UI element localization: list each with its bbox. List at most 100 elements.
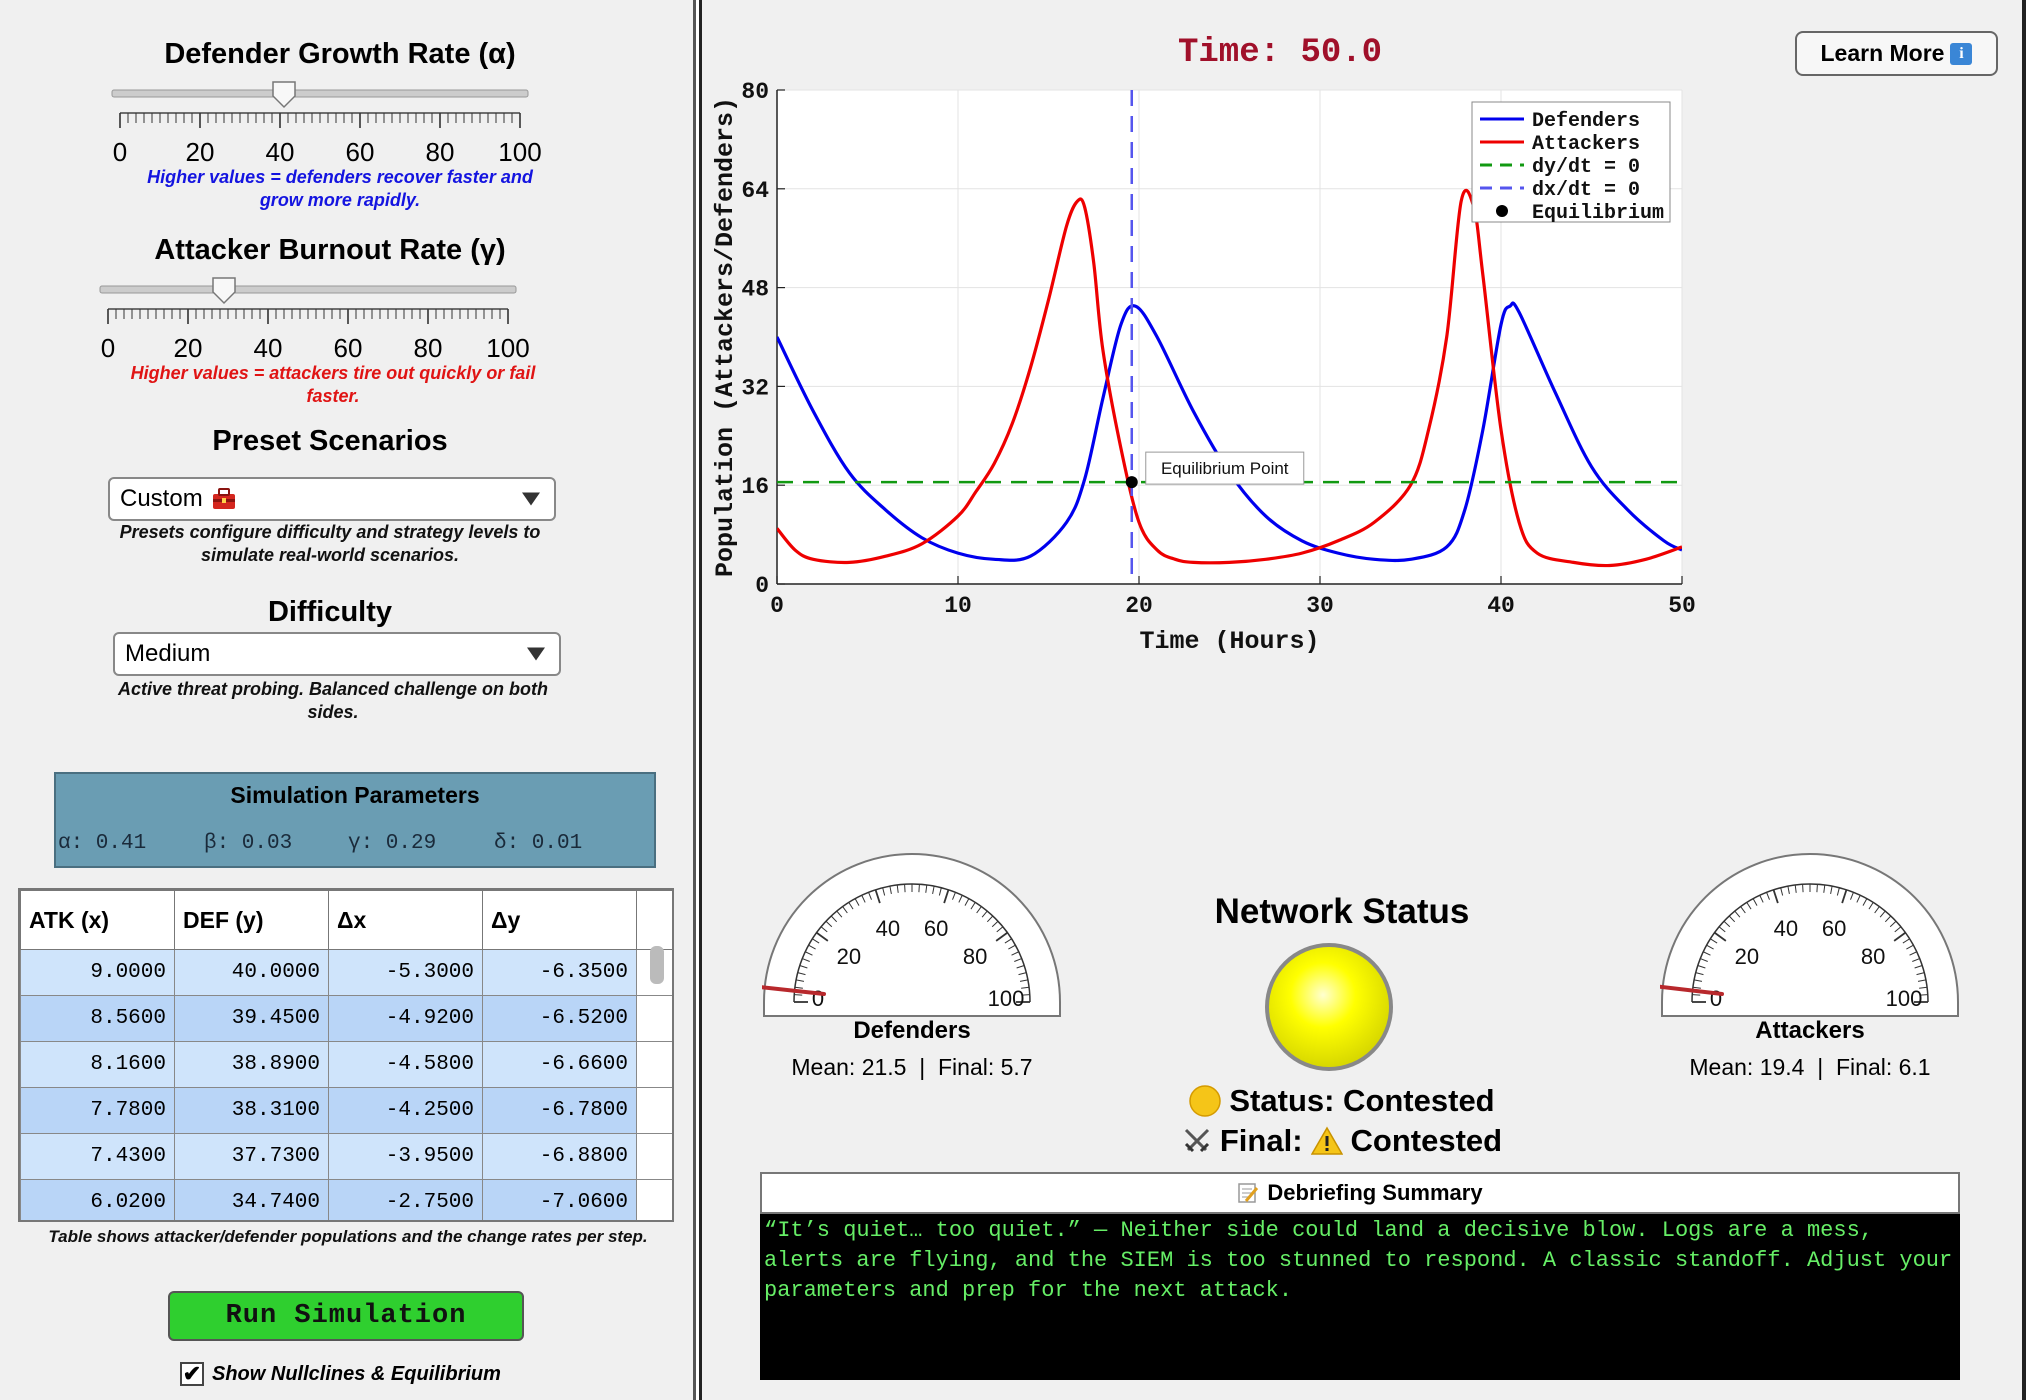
- nullcline-checkbox-label: Show Nullclines & Equilibrium: [212, 1362, 501, 1385]
- table-cell[interactable]: 7.4300: [20, 1133, 175, 1180]
- checkmark-icon: ✔: [182, 1361, 202, 1386]
- chart-x-tick-label: 40: [1487, 593, 1515, 619]
- defenders-gauge-tick: [904, 884, 906, 893]
- defenders-gauge-tick-label: 0: [812, 986, 824, 1011]
- alpha-slider-tick-label: 20: [186, 137, 215, 167]
- table-header-cell[interactable]: Δy: [482, 890, 637, 950]
- alpha-slider-tick-label: 0: [113, 137, 127, 167]
- preset-selected: Custom: [120, 485, 203, 512]
- presets-title: Preset Scenarios: [212, 425, 448, 457]
- defenders-gauge-tick-label: 100: [988, 986, 1025, 1011]
- gamma-slider-tick-label: 100: [486, 333, 529, 363]
- table-cell[interactable]: 9.0000: [20, 949, 175, 996]
- yellow-circle-icon: [1189, 1085, 1222, 1117]
- defenders-gauge-tick: [918, 884, 920, 893]
- alpha-slider-tick-label: 60: [346, 137, 375, 167]
- table-scrollbar[interactable]: [650, 946, 664, 984]
- population-chart: 0 10 20 30 40 50 0 16 32 48 64 80 Cyber Battle: Defe…: [711, 80, 1696, 656]
- table-header-cell[interactable]: DEF (y): [174, 890, 329, 950]
- table-cell[interactable]: -3.9500: [328, 1133, 483, 1180]
- defenders-gauge-tick: [794, 994, 803, 996]
- difficulty-dropdown[interactable]: Medium: [113, 632, 561, 676]
- attackers-stats: Mean: 19.4 | Final: 6.1: [1689, 1054, 1931, 1080]
- gamma-slider-thumb[interactable]: [212, 277, 236, 305]
- time-label: Time:: [1178, 34, 1281, 72]
- attackers-gauge-tick-label: 40: [1774, 916, 1798, 941]
- table-cell[interactable]: -6.5200: [482, 995, 637, 1042]
- display-panel: Time: 50.0 Learn More i 0 10 20 30 40 50 0 16 32…: [699, 0, 2026, 1400]
- table-cell[interactable]: -6.6600: [482, 1041, 637, 1088]
- table-cell[interactable]: -6.7800: [482, 1087, 637, 1134]
- table-header-cell[interactable]: Δx: [328, 890, 483, 950]
- run-simulation-button[interactable]: Run Simulation: [168, 1291, 524, 1341]
- table-row[interactable]: 7.7800 38.3100 -4.2500 -6.7800: [20, 1087, 672, 1134]
- table-row[interactable]: 8.5600 39.4500 -4.9200 -6.5200: [20, 995, 672, 1042]
- network-status-lamp: [1265, 943, 1393, 1071]
- alpha-slider-note: Higher values = defenders recover faster…: [147, 167, 533, 210]
- gamma-slider-track[interactable]: [99, 285, 517, 294]
- simulation-table[interactable]: ATK (x) DEF (y) Δx Δy 9.0000 40.0000 -5.3000-…: [18, 888, 674, 1222]
- table-row[interactable]: 9.0000 40.0000 -5.3000 -6.3500: [20, 949, 672, 996]
- gamma-slider-tick-label: 80: [414, 333, 443, 363]
- crossed-swords-icon: [1184, 1128, 1209, 1153]
- defenders-gauge-tick-label: 40: [876, 916, 900, 941]
- table-cell[interactable]: 6.0200: [20, 1179, 175, 1220]
- table-cell[interactable]: 8.5600: [20, 995, 175, 1042]
- table-cell[interactable]: 37.7300: [174, 1133, 329, 1180]
- table-cell[interactable]: -6.3500: [482, 949, 637, 996]
- table-row[interactable]: 8.1600 38.8900 -4.5800 -6.6600: [20, 1041, 672, 1088]
- attackers-gauge-tick: [1802, 884, 1804, 893]
- nullcline-checkbox-row[interactable]: ✔ Show Nullclines & Equilibrium: [180, 1362, 501, 1386]
- gamma-slider-tick-label: 20: [174, 333, 203, 363]
- app-window: Defender Growth Rate (α) 0 20 40 60 80 100 Hi…: [0, 0, 2044, 1400]
- param-alpha: α: 0.41: [58, 832, 147, 855]
- nullcline-checkbox[interactable]: ✔: [180, 1362, 204, 1386]
- table-scroll-gutter: [636, 995, 672, 1042]
- preset-dropdown[interactable]: Custom: [108, 477, 556, 521]
- table-cell[interactable]: 8.1600: [20, 1041, 175, 1088]
- network-final-value: Contested: [1350, 1123, 1503, 1158]
- alpha-slider[interactable]: 0 20 40 60 80 100: [100, 80, 600, 170]
- table-cell[interactable]: -4.9200: [328, 995, 483, 1042]
- table-row[interactable]: 7.4300 37.7300 -3.9500 -6.8800: [20, 1133, 672, 1180]
- table-cell[interactable]: 38.8900: [174, 1041, 329, 1088]
- debrief-header: Debriefing Summary: [760, 1172, 1960, 1214]
- table-cell[interactable]: 34.7400: [174, 1179, 329, 1220]
- param-delta: δ: 0.01: [494, 832, 583, 855]
- table-header-spacer: [636, 890, 672, 950]
- table-cell[interactable]: -2.7500: [328, 1179, 483, 1220]
- table-cell[interactable]: 40.0000: [174, 949, 329, 996]
- learn-more-button[interactable]: Learn More i: [1795, 31, 1998, 76]
- table-cell[interactable]: 7.7800: [20, 1087, 175, 1134]
- table-cell[interactable]: 39.4500: [174, 995, 329, 1042]
- table-cell[interactable]: -5.3000: [328, 949, 483, 996]
- table-cell[interactable]: -6.8800: [482, 1133, 637, 1180]
- table-header-cell[interactable]: ATK (x): [20, 890, 175, 950]
- gamma-slider-tick-label: 0: [101, 333, 115, 363]
- chart-y-tick-label: 0: [755, 573, 769, 599]
- simulation-parameters-panel: Simulation Parameters α: 0.41 β: 0.03 γ:…: [54, 772, 656, 868]
- chart-y-tick-label: 80: [741, 80, 769, 105]
- alpha-slider-title: Defender Growth Rate (α): [164, 38, 516, 70]
- alpha-slider-tick-label: 80: [426, 137, 455, 167]
- chart-y-label: Population (Attackers/Defenders): [711, 97, 740, 577]
- alpha-slider-track[interactable]: [111, 89, 529, 98]
- network-final-line: Final: Contested: [1142, 1123, 1542, 1159]
- legend-entry: Defenders: [1532, 110, 1640, 133]
- time-value: 50.0: [1300, 34, 1383, 72]
- table-cell[interactable]: -4.5800: [328, 1041, 483, 1088]
- alpha-slider-thumb[interactable]: [272, 81, 296, 109]
- table-cell[interactable]: 38.3100: [174, 1087, 329, 1134]
- defenders-stats: Mean: 21.5 | Final: 5.7: [791, 1054, 1033, 1080]
- attackers-gauge-tick: [1816, 884, 1818, 893]
- gamma-slider-title: Attacker Burnout Rate (γ): [154, 234, 506, 266]
- table-cell[interactable]: -7.0600: [482, 1179, 637, 1220]
- table-scroll-gutter: [636, 1087, 672, 1134]
- table-cell[interactable]: -4.2500: [328, 1087, 483, 1134]
- table-scroll-gutter: [636, 1133, 672, 1180]
- table-row[interactable]: 6.0200 34.7400 -2.7500 -7.0600: [20, 1179, 672, 1220]
- gamma-slider[interactable]: 0 20 40 60 80 100: [88, 276, 588, 366]
- table-note: Table shows attacker/defender population…: [48, 1227, 648, 1246]
- alpha-slider-tick-label: 40: [266, 137, 295, 167]
- learn-more-label: Learn More: [1820, 40, 1945, 66]
